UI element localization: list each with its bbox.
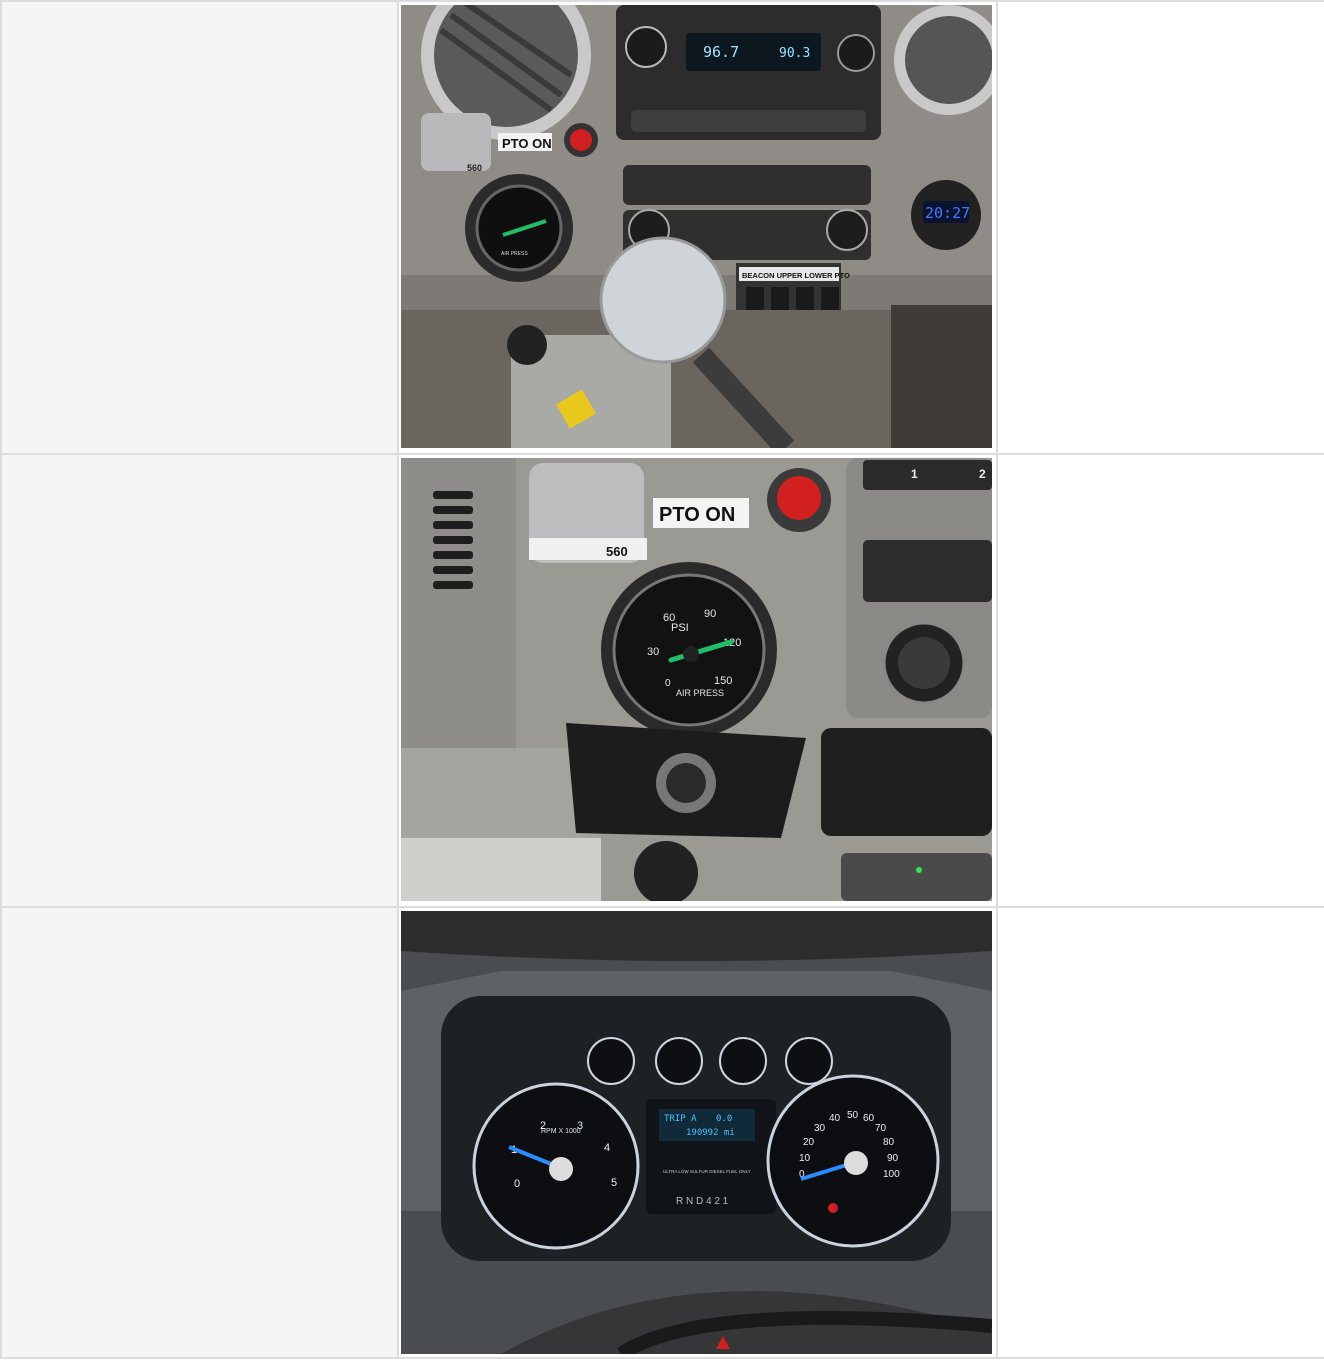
speed-tick-60: 60 (863, 1113, 875, 1124)
odometer: 190992 mi (686, 1128, 735, 1138)
gauge-tick-30: 30 (647, 646, 659, 658)
right-empty-cell (996, 453, 1324, 908)
fuel-notice: ULTRA LOW SULFUR DIESEL FUEL ONLY (663, 1169, 751, 1174)
photo-cell: RPM X 1000 0 1 2 3 4 5 TRIP A 0.0 190992… (397, 906, 998, 1359)
radio-freq-right: 90.3 (779, 46, 810, 61)
pto-on-label: PTO ON (659, 504, 735, 526)
tach-tick-3: 3 (577, 1120, 583, 1132)
preset-2: 2 (979, 467, 986, 481)
speed-tick-40: 40 (829, 1113, 841, 1124)
gauge-tick-150: 150 (714, 675, 732, 687)
beacon-label: BEACON UPPER LOWER PTO (742, 271, 850, 280)
left-empty-cell (0, 453, 399, 908)
speed-tick-20: 20 (803, 1137, 815, 1148)
dashboard-photo-3[interactable]: RPM X 1000 0 1 2 3 4 5 TRIP A 0.0 190992… (401, 911, 992, 1354)
tach-tick-2: 2 (540, 1120, 546, 1132)
right-empty-cell (996, 906, 1324, 1359)
photo-table: 96.7 90.3 PTO ON 560 AIR PRESS BEACON UP… (0, 0, 1324, 1359)
gauge-tick-60: 60 (663, 612, 675, 624)
tach-tick-4: 4 (604, 1142, 610, 1154)
speed-tick-10: 10 (799, 1153, 811, 1164)
tach-tick-0: 0 (514, 1178, 520, 1190)
trip-value: 0.0 (716, 1114, 732, 1124)
dashboard-photo-1[interactable]: 96.7 90.3 PTO ON 560 AIR PRESS BEACON UP… (401, 5, 992, 448)
gauge-tick-0: 0 (665, 678, 671, 689)
trip-label: TRIP A (664, 1114, 697, 1124)
gauge-caption: AIR PRESS (501, 251, 528, 257)
tach-tick-5: 5 (611, 1177, 617, 1189)
photo-cell: 96.7 90.3 PTO ON 560 AIR PRESS BEACON UP… (397, 0, 998, 455)
speed-tick-90: 90 (887, 1153, 899, 1164)
speed-tick-30: 30 (814, 1123, 826, 1134)
left-empty-cell (0, 906, 399, 1359)
gauge-tick-90: 90 (704, 608, 716, 620)
sticker-number: 560 (467, 163, 482, 173)
right-empty-cell (996, 0, 1324, 455)
pto-on-label: PTO ON (502, 136, 552, 151)
photo-cell: 560 PTO ON PSI 0 30 60 90 120 150 (397, 453, 998, 908)
clock-display: 20:27 (925, 204, 970, 222)
left-empty-cell (0, 0, 399, 455)
table-row: 96.7 90.3 PTO ON 560 AIR PRESS BEACON UP… (0, 0, 1324, 455)
speed-tick-100: 100 (883, 1169, 900, 1180)
sticker-number: 560 (606, 544, 628, 559)
speed-tick-80: 80 (883, 1137, 895, 1148)
radio-freq-left: 96.7 (703, 43, 739, 61)
gauge-caption: AIR PRESS (676, 688, 724, 698)
tach-label: RPM X 1000 (541, 1128, 581, 1135)
speed-tick-50: 50 (847, 1110, 859, 1121)
preset-1: 1 (911, 467, 918, 481)
speed-tick-70: 70 (875, 1123, 887, 1134)
dashboard-photo-2[interactable]: 560 PTO ON PSI 0 30 60 90 120 150 (401, 458, 992, 901)
table-row: RPM X 1000 0 1 2 3 4 5 TRIP A 0.0 190992… (0, 906, 1324, 1359)
table-row: 560 PTO ON PSI 0 30 60 90 120 150 (0, 453, 1324, 908)
gear-indicator: R N D 4 2 1 (676, 1196, 729, 1207)
